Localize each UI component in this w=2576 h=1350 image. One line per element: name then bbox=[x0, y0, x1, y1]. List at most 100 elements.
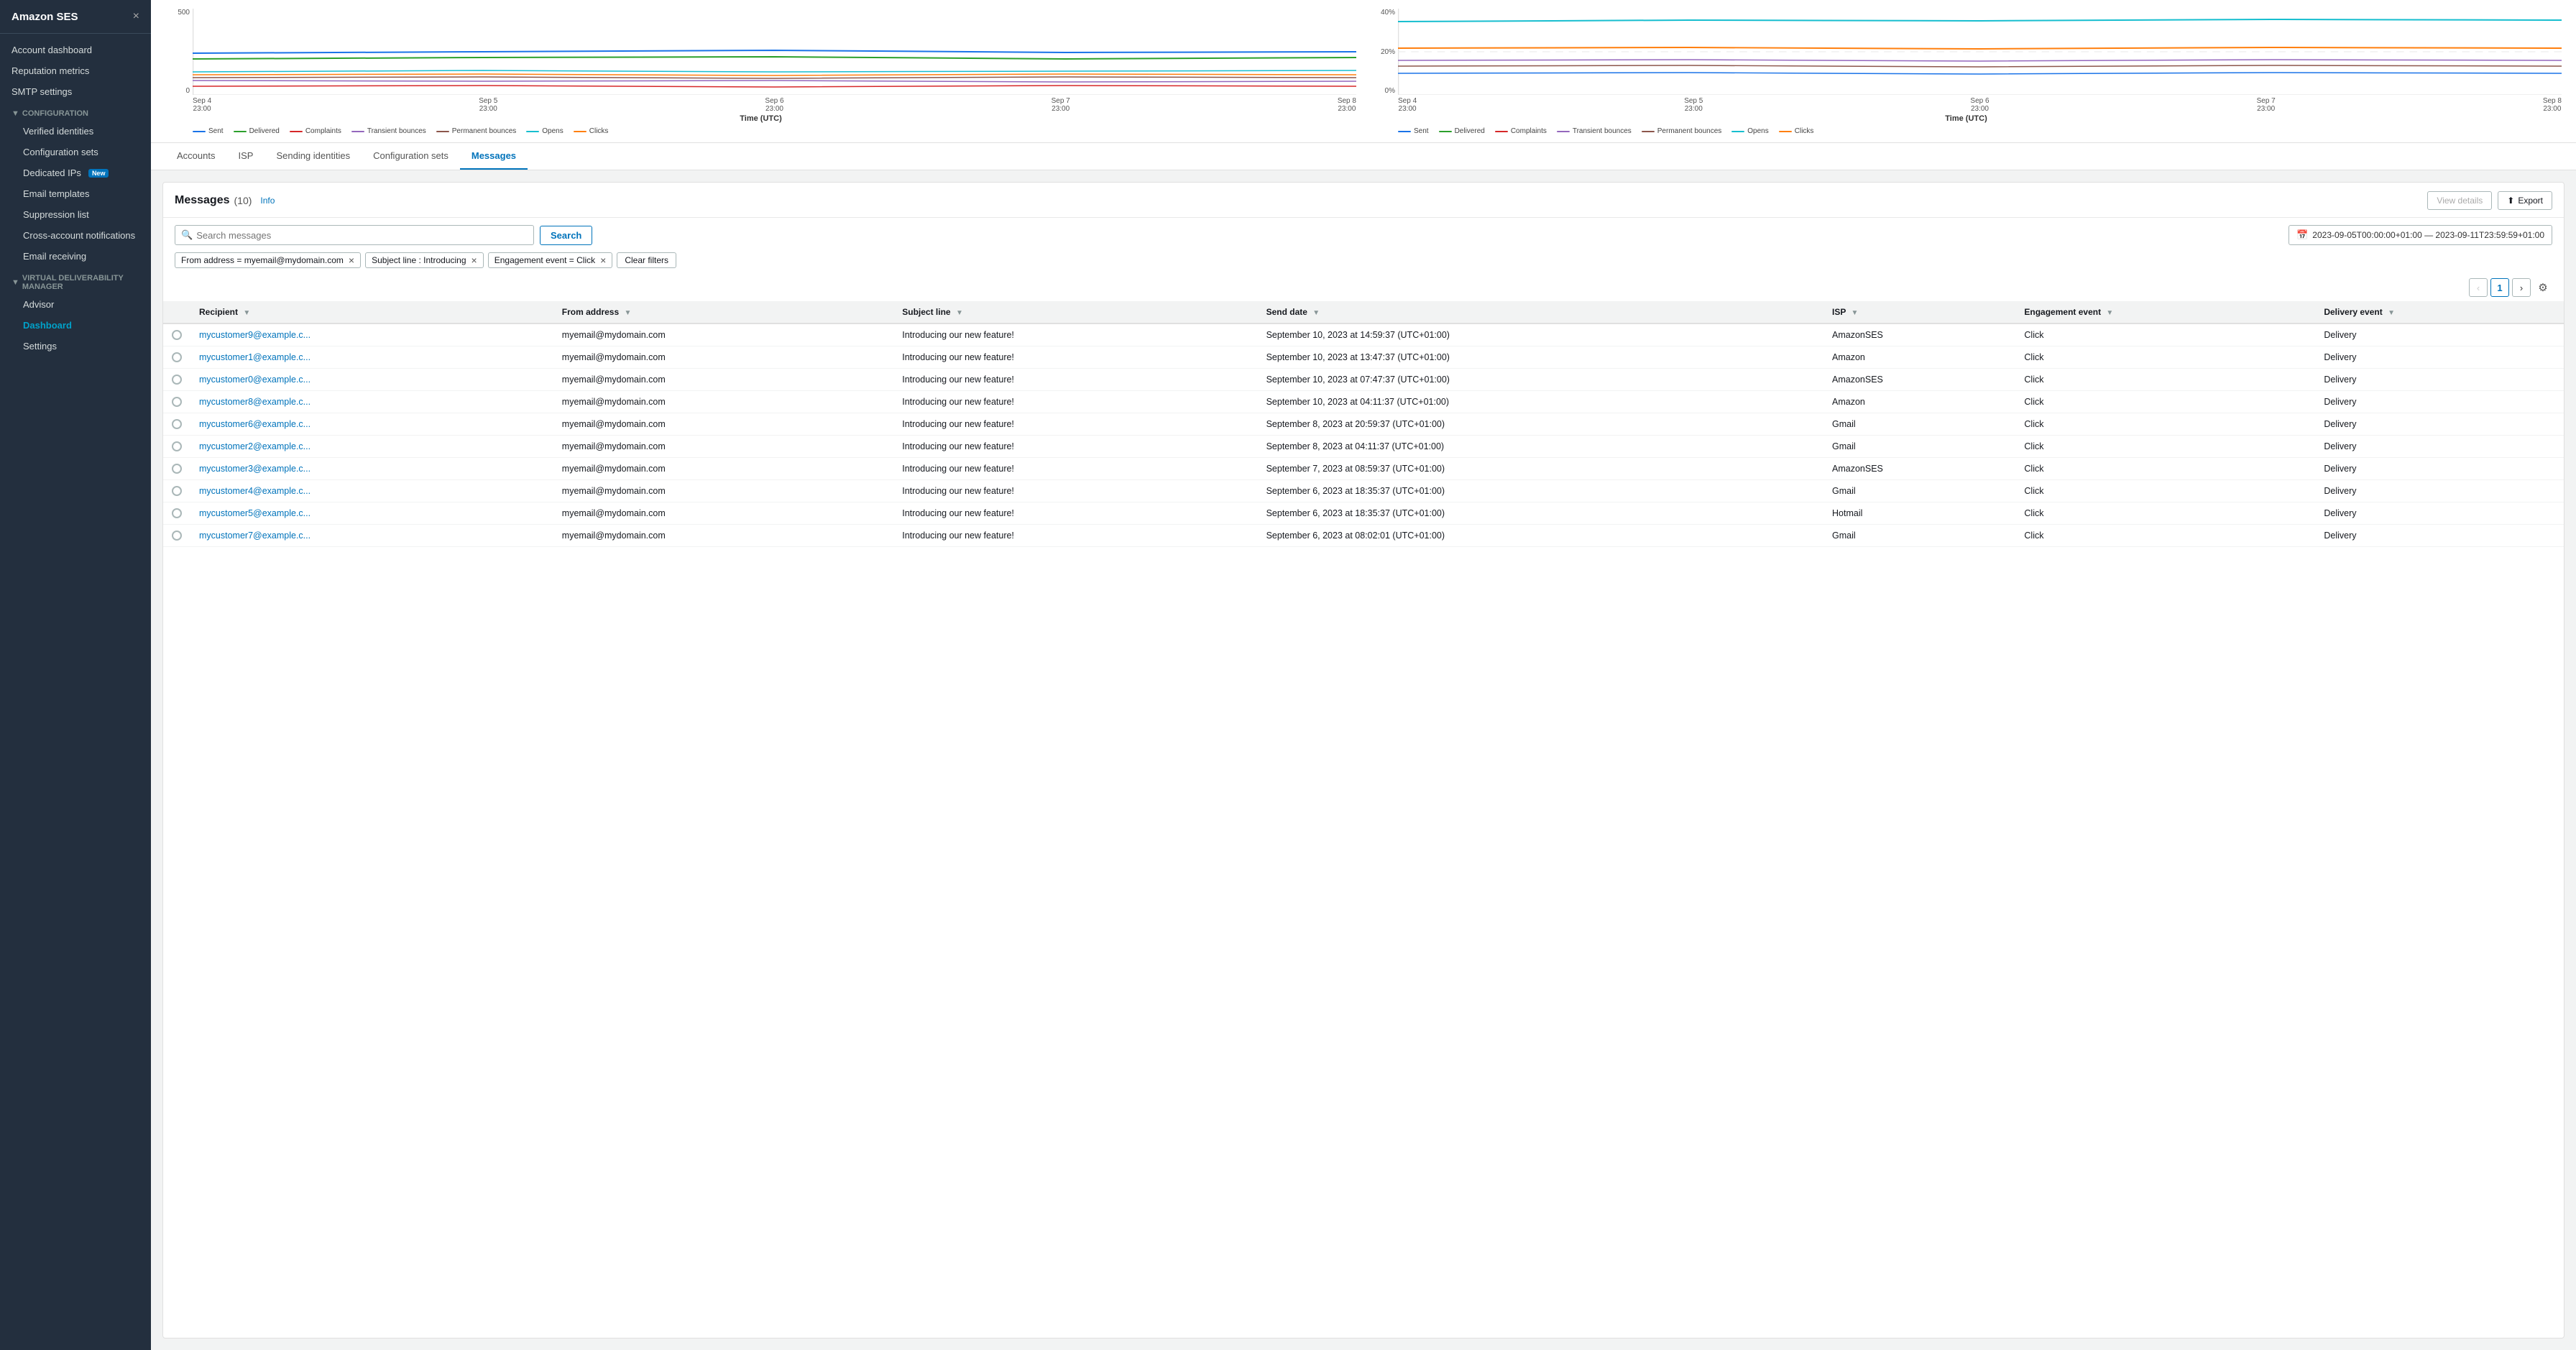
sidebar-item-reputation-metrics[interactable]: Reputation metrics bbox=[0, 60, 151, 81]
row-from-1: myemail@mydomain.com bbox=[553, 346, 893, 369]
messages-count: (10) bbox=[234, 195, 252, 206]
table-row: mycustomer2@example.c... myemail@mydomai… bbox=[163, 436, 2564, 458]
table-row: mycustomer4@example.c... myemail@mydomai… bbox=[163, 480, 2564, 502]
row-recipient-7[interactable]: mycustomer4@example.c... bbox=[199, 486, 310, 496]
info-badge[interactable]: Info bbox=[260, 196, 275, 206]
sidebar-item-dashboard[interactable]: Dashboard bbox=[12, 315, 151, 336]
row-engagement-9: Click bbox=[2015, 525, 2315, 547]
sort-date-icon[interactable]: ▼ bbox=[1312, 309, 1320, 317]
messages-header: Messages (10) Info View details ⬆ Export bbox=[163, 183, 2564, 218]
row-recipient-5[interactable]: mycustomer2@example.c... bbox=[199, 441, 310, 451]
row-isp-0: AmazonSES bbox=[1823, 323, 2015, 346]
right-legend-permanent-bounces: Permanent bounces bbox=[1642, 127, 1722, 135]
row-radio-3[interactable] bbox=[172, 397, 182, 407]
row-recipient-9[interactable]: mycustomer7@example.c... bbox=[199, 531, 310, 541]
row-subject-0: Introducing our new feature! bbox=[893, 323, 1257, 346]
clear-filters-button[interactable]: Clear filters bbox=[617, 252, 676, 268]
charts-area: 500 0 bbox=[151, 0, 2576, 143]
row-radio-1[interactable] bbox=[172, 352, 182, 362]
row-radio-8[interactable] bbox=[172, 508, 182, 518]
row-engagement-0: Click bbox=[2015, 323, 2315, 346]
search-input[interactable] bbox=[196, 230, 528, 241]
table-settings-icon[interactable]: ⚙ bbox=[2534, 278, 2552, 297]
filter-from-address-close[interactable]: × bbox=[349, 255, 354, 265]
row-recipient-8[interactable]: mycustomer5@example.c... bbox=[199, 508, 310, 518]
sort-engagement-icon[interactable]: ▼ bbox=[2106, 309, 2113, 317]
export-label: Export bbox=[2518, 196, 2543, 206]
sidebar-section-vdm-label: Virtual Deliverability Manager bbox=[22, 274, 139, 291]
filter-chip-from-address: From address = myemail@mydomain.com × bbox=[175, 252, 361, 268]
sidebar-item-email-templates[interactable]: Email templates bbox=[12, 183, 151, 204]
page-1-button[interactable]: 1 bbox=[2490, 278, 2509, 297]
sort-isp-icon[interactable]: ▼ bbox=[1851, 309, 1858, 317]
row-radio-6[interactable] bbox=[172, 464, 182, 474]
right-chart-legend: Sent Delivered Complaints Transient boun… bbox=[1398, 127, 2562, 135]
row-recipient-2[interactable]: mycustomer0@example.c... bbox=[199, 375, 310, 385]
date-range-label: 2023-09-05T00:00:00+01:00 — 2023-09-11T2… bbox=[2312, 230, 2544, 240]
tab-isp[interactable]: ISP bbox=[226, 143, 264, 170]
sidebar-item-suppression-list[interactable]: Suppression list bbox=[12, 204, 151, 225]
filter-chips: From address = myemail@mydomain.com × Su… bbox=[163, 249, 2564, 274]
sidebar-item-dedicated-ips[interactable]: Dedicated IPs New bbox=[12, 162, 151, 183]
row-radio-2[interactable] bbox=[172, 375, 182, 385]
col-subject-line: Subject line ▼ bbox=[893, 301, 1257, 323]
filter-subject-line-close[interactable]: × bbox=[472, 255, 477, 265]
col-engagement-event: Engagement event ▼ bbox=[2015, 301, 2315, 323]
new-badge: New bbox=[88, 169, 109, 178]
left-chart-x-title: Time (UTC) bbox=[165, 114, 1356, 123]
row-recipient-4[interactable]: mycustomer6@example.c... bbox=[199, 419, 310, 429]
left-chart-svg bbox=[193, 9, 1356, 95]
tabs-bar: Accounts ISP Sending identities Configur… bbox=[151, 143, 2576, 170]
sidebar-item-verified-identities[interactable]: Verified identities bbox=[12, 121, 151, 142]
row-delivery-3: Delivery bbox=[2315, 391, 2564, 413]
view-details-button[interactable]: View details bbox=[2427, 191, 2492, 210]
right-legend-complaints: Complaints bbox=[1495, 127, 1547, 135]
row-senddate-7: September 6, 2023 at 18:35:37 (UTC+01:00… bbox=[1258, 480, 1823, 502]
sidebar-item-configuration-sets[interactable]: Configuration sets bbox=[12, 142, 151, 162]
sidebar-section-configuration-label: Configuration bbox=[22, 109, 88, 118]
sidebar-section-configuration[interactable]: ▼ Configuration bbox=[0, 102, 151, 121]
row-senddate-5: September 8, 2023 at 04:11:37 (UTC+01:00… bbox=[1258, 436, 1823, 458]
sort-subject-icon[interactable]: ▼ bbox=[956, 309, 963, 317]
sidebar-item-email-receiving[interactable]: Email receiving bbox=[12, 246, 151, 267]
table-row: mycustomer9@example.c... myemail@mydomai… bbox=[163, 323, 2564, 346]
sidebar-section-vdm[interactable]: ▼ Virtual Deliverability Manager bbox=[0, 267, 151, 294]
tab-sending-identities[interactable]: Sending identities bbox=[264, 143, 362, 170]
tab-accounts[interactable]: Accounts bbox=[165, 143, 226, 170]
table-row: mycustomer0@example.c... myemail@mydomai… bbox=[163, 369, 2564, 391]
row-isp-1: Amazon bbox=[1823, 346, 2015, 369]
next-page-button[interactable]: › bbox=[2512, 278, 2531, 297]
row-radio-4[interactable] bbox=[172, 419, 182, 429]
row-recipient-1[interactable]: mycustomer1@example.c... bbox=[199, 352, 310, 362]
sidebar-item-account-dashboard[interactable]: Account dashboard bbox=[0, 40, 151, 60]
row-radio-7[interactable] bbox=[172, 486, 182, 496]
row-radio-9[interactable] bbox=[172, 531, 182, 541]
sidebar-close-button[interactable]: × bbox=[133, 10, 139, 23]
tab-configuration-sets[interactable]: Configuration sets bbox=[362, 143, 460, 170]
sidebar-item-smtp-settings[interactable]: SMTP settings bbox=[0, 81, 151, 102]
sort-from-icon[interactable]: ▼ bbox=[625, 309, 632, 317]
legend-transient-bounces: Transient bounces bbox=[351, 127, 426, 135]
row-radio-0[interactable] bbox=[172, 330, 182, 340]
row-recipient-0[interactable]: mycustomer9@example.c... bbox=[199, 330, 310, 340]
row-recipient-6[interactable]: mycustomer3@example.c... bbox=[199, 464, 310, 474]
sort-delivery-icon[interactable]: ▼ bbox=[2388, 309, 2395, 317]
sidebar-item-advisor[interactable]: Advisor bbox=[12, 294, 151, 315]
row-isp-5: Gmail bbox=[1823, 436, 2015, 458]
col-send-date: Send date ▼ bbox=[1258, 301, 1823, 323]
tab-messages[interactable]: Messages bbox=[460, 143, 528, 170]
row-recipient-3[interactable]: mycustomer8@example.c... bbox=[199, 397, 310, 407]
sidebar-item-cross-account-notifications[interactable]: Cross-account notifications bbox=[12, 225, 151, 246]
row-delivery-6: Delivery bbox=[2315, 458, 2564, 480]
row-isp-9: Gmail bbox=[1823, 525, 2015, 547]
sidebar-item-settings[interactable]: Settings bbox=[12, 336, 151, 357]
right-legend-opens: Opens bbox=[1731, 127, 1768, 135]
date-filter[interactable]: 📅 2023-09-05T00:00:00+01:00 — 2023-09-11… bbox=[2288, 225, 2552, 245]
export-button[interactable]: ⬆ Export bbox=[2498, 191, 2552, 210]
sort-recipient-icon[interactable]: ▼ bbox=[243, 309, 250, 317]
prev-page-button[interactable]: ‹ bbox=[2469, 278, 2488, 297]
search-button[interactable]: Search bbox=[540, 226, 592, 245]
row-radio-5[interactable] bbox=[172, 441, 182, 451]
left-x-label-5: Sep 823:00 bbox=[1338, 97, 1356, 113]
filter-engagement-event-close[interactable]: × bbox=[600, 255, 606, 265]
